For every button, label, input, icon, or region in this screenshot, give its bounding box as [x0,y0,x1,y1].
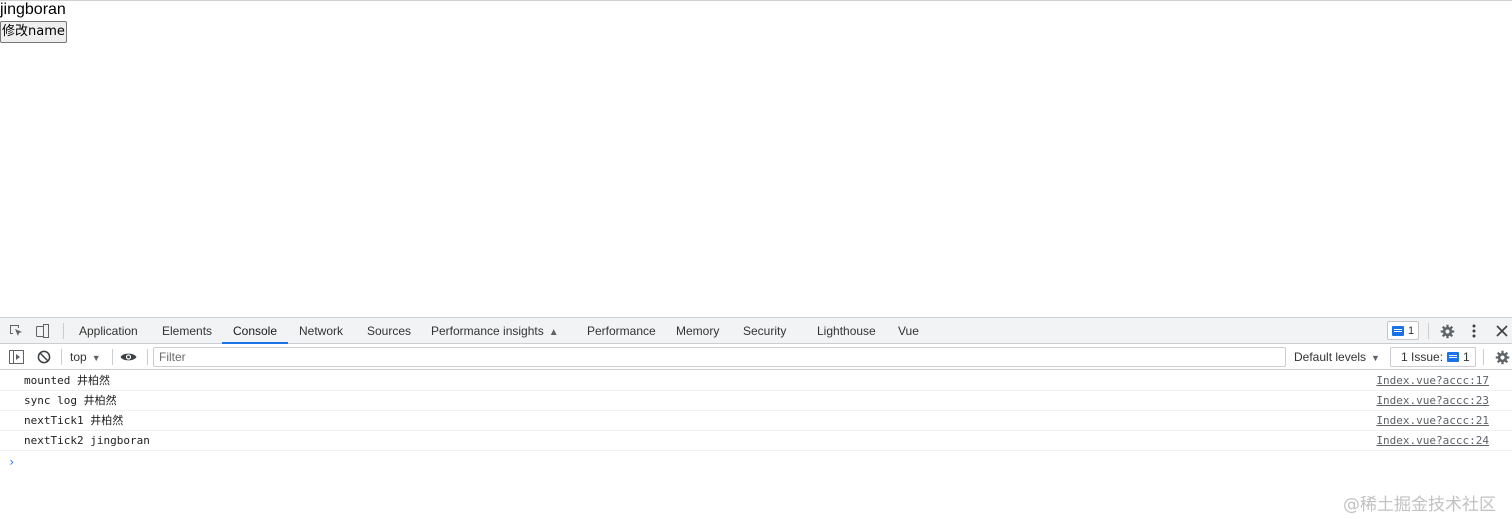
close-devtools-icon[interactable] [1493,322,1511,340]
tabbar-divider [1428,323,1429,339]
log-source-link[interactable]: Index.vue?accc:17 [1376,374,1489,388]
console-log-row: sync log 井柏然 Index.vue?accc:23 [0,391,1512,411]
context-selector[interactable]: top ▼ [70,348,101,366]
tab-vue[interactable]: Vue [898,318,919,344]
message-icon [1392,325,1404,336]
tabbar-divider [63,323,64,339]
dropdown-caret-icon: ▼ [91,353,101,363]
page-content: jingboran 修改name [0,0,1512,317]
console-prompt-icon: › [8,455,16,469]
console-input[interactable] [22,451,1502,471]
tab-network[interactable]: Network [299,318,343,344]
tab-performance-insights[interactable]: Performance insights ▲ [431,318,559,344]
toolbar-divider [1483,349,1484,365]
log-message: nextTick1 井柏然 [24,414,124,427]
log-message: mounted 井柏然 [24,374,110,387]
change-name-button[interactable]: 修改name [0,21,67,43]
tab-security[interactable]: Security [743,318,786,344]
flask-icon: ▲ [548,327,559,338]
toolbar-divider [61,349,62,365]
tab-memory[interactable]: Memory [676,318,719,344]
log-levels-label: Default levels [1294,350,1367,364]
log-levels-dropdown[interactable]: Default levels ▼ [1294,348,1380,366]
more-options-icon[interactable] [1465,322,1483,340]
log-source-link[interactable]: Index.vue?accc:21 [1376,414,1489,428]
tab-lighthouse[interactable]: Lighthouse [817,318,876,344]
console-log-row: nextTick1 井柏然 Index.vue?accc:21 [0,411,1512,431]
tab-performance[interactable]: Performance [587,318,656,344]
messages-badge-count: 1 [1408,324,1415,337]
devtools-tab-bar: Application Elements Console Network Sou… [0,317,1512,344]
issues-button[interactable]: 1 Issue: 1 [1390,347,1476,367]
context-value: top [70,350,87,364]
clear-console-icon[interactable] [35,348,53,366]
tab-sources[interactable]: Sources [367,318,411,344]
tab-elements[interactable]: Elements [162,318,212,344]
settings-gear-icon[interactable] [1438,322,1456,340]
tab-console[interactable]: Console [222,318,288,344]
tab-performance-insights-label: Performance insights [431,324,544,338]
watermark: @稀土掘金技术社区 [1343,495,1496,515]
issues-label: 1 Issue: [1401,350,1444,364]
sidebar-toggle-icon[interactable] [7,348,25,366]
log-message: sync log 井柏然 [24,394,117,407]
console-log-row: nextTick2 jingboran Index.vue?accc:24 [0,431,1512,451]
filter-input[interactable] [153,347,1286,367]
name-text: jingboran [0,1,66,18]
toolbar-divider [147,349,148,365]
console-log-row: mounted 井柏然 Index.vue?accc:17 [0,371,1512,391]
live-expression-eye-icon[interactable] [119,348,137,366]
console-toolbar: top ▼ Default levels ▼ 1 Issue: 1 [0,344,1512,370]
inspect-element-icon[interactable] [7,322,25,340]
log-message: nextTick2 jingboran [24,434,150,447]
devtools-panel: Application Elements Console Network Sou… [0,317,1512,519]
messages-badge[interactable]: 1 [1387,321,1420,340]
device-toolbar-icon[interactable] [33,322,51,340]
log-source-link[interactable]: Index.vue?accc:24 [1376,434,1489,448]
log-source-link[interactable]: Index.vue?accc:23 [1376,394,1489,408]
tab-application[interactable]: Application [79,318,138,344]
issues-count: 1 [1463,350,1470,364]
console-settings-gear-icon[interactable] [1493,348,1511,366]
dropdown-caret-icon: ▼ [1371,353,1380,363]
console-messages: mounted 井柏然 Index.vue?accc:17 sync log 井… [0,370,1512,519]
issue-icon [1447,352,1460,362]
toolbar-divider [112,349,113,365]
